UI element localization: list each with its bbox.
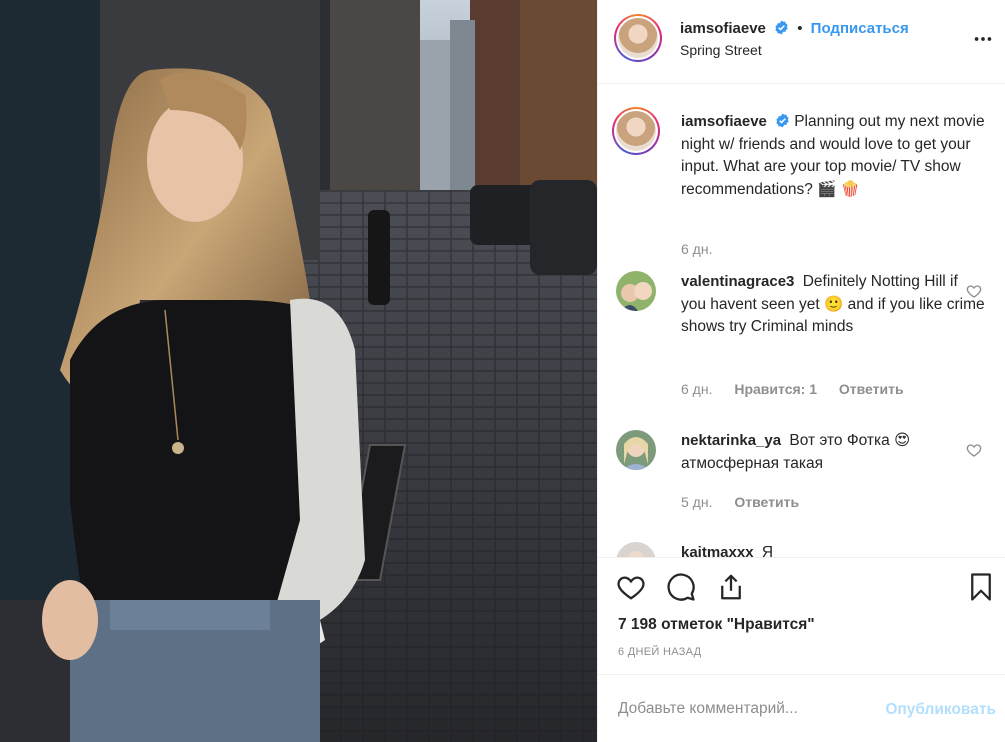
commenter-avatar[interactable] [616, 271, 656, 311]
reply-button[interactable]: Ответить [839, 381, 904, 397]
follow-button[interactable]: Подписаться [811, 20, 909, 37]
bookmark-icon[interactable] [966, 572, 996, 602]
post-timestamp[interactable]: 6 ДНЕЙ НАЗАД [618, 646, 701, 658]
comment-meta: 6 дн. Нравится: 1 Ответить [681, 381, 922, 397]
more-options-icon[interactable] [972, 28, 994, 50]
commenter-avatar[interactable] [616, 542, 656, 557]
comments-list[interactable]: iamsofiaeve Planning out my next movie n… [598, 85, 1005, 557]
comment-text-block: nektarinka_ya Вот это Фотка 😍 атмосферна… [681, 430, 986, 475]
post-actions-bar: 7 198 отметок "Нравится" 6 ДНЕЙ НАЗАД [598, 557, 1005, 674]
comment-text: Я [761, 544, 774, 557]
add-comment-form: Опубликовать [598, 674, 1005, 742]
caption-time[interactable]: 6 дн. [681, 241, 712, 257]
comment-username[interactable]: nektarinka_ya [681, 432, 781, 449]
comment-item: nektarinka_ya Вот это Фотка 😍 атмосферна… [616, 430, 986, 520]
verified-icon [776, 113, 789, 128]
reply-button[interactable]: Ответить [734, 494, 799, 510]
separator-dot: • [797, 20, 803, 37]
publish-button[interactable]: Опубликовать [885, 701, 996, 719]
street-photo-illustration [0, 0, 597, 742]
comment-text-block: valentinagrace3 Definitely Notting Hill … [681, 271, 986, 339]
comment-meta: 5 дн. Ответить [681, 494, 817, 510]
header-author-line: iamsofiaeve • Подписаться [680, 20, 909, 37]
comment-time[interactable]: 6 дн. [681, 381, 712, 397]
comment-like-heart-icon[interactable] [966, 442, 982, 458]
comment-likes-count[interactable]: Нравится: 1 [734, 381, 817, 397]
caption-text-block: iamsofiaeve Planning out my next movie n… [681, 111, 986, 201]
comment-time[interactable]: 5 дн. [681, 494, 712, 510]
caption-author-avatar[interactable] [612, 107, 660, 155]
likes-count[interactable]: 7 198 отметок "Нравится" [618, 616, 815, 634]
author-avatar[interactable] [614, 14, 662, 62]
author-username[interactable]: iamsofiaeve [680, 20, 766, 37]
heart-icon[interactable] [616, 572, 646, 602]
share-icon[interactable] [716, 572, 746, 602]
comment-icon[interactable] [666, 572, 696, 602]
caption-meta: 6 дн. [681, 241, 730, 257]
caption-entry: iamsofiaeve Planning out my next movie n… [612, 107, 986, 261]
post-side-panel: iamsofiaeve • Подписаться Spring Street … [597, 0, 1005, 742]
comment-text-block: kaitmaxxx Я [681, 542, 986, 557]
post-header: iamsofiaeve • Подписаться Spring Street [598, 0, 1005, 84]
comment-username[interactable]: valentinagrace3 [681, 273, 794, 290]
add-comment-input[interactable] [618, 697, 868, 721]
commenter-avatar[interactable] [616, 430, 656, 470]
comment-username[interactable]: kaitmaxxx [681, 544, 754, 557]
verified-icon [775, 20, 788, 35]
comment-item: valentinagrace3 Definitely Notting Hill … [616, 271, 986, 401]
comment-like-heart-icon[interactable] [966, 283, 982, 299]
comment-item: kaitmaxxx Я [616, 542, 986, 557]
post-photo[interactable] [0, 0, 597, 742]
caption-username[interactable]: iamsofiaeve [681, 113, 767, 130]
post-location[interactable]: Spring Street [680, 42, 762, 58]
